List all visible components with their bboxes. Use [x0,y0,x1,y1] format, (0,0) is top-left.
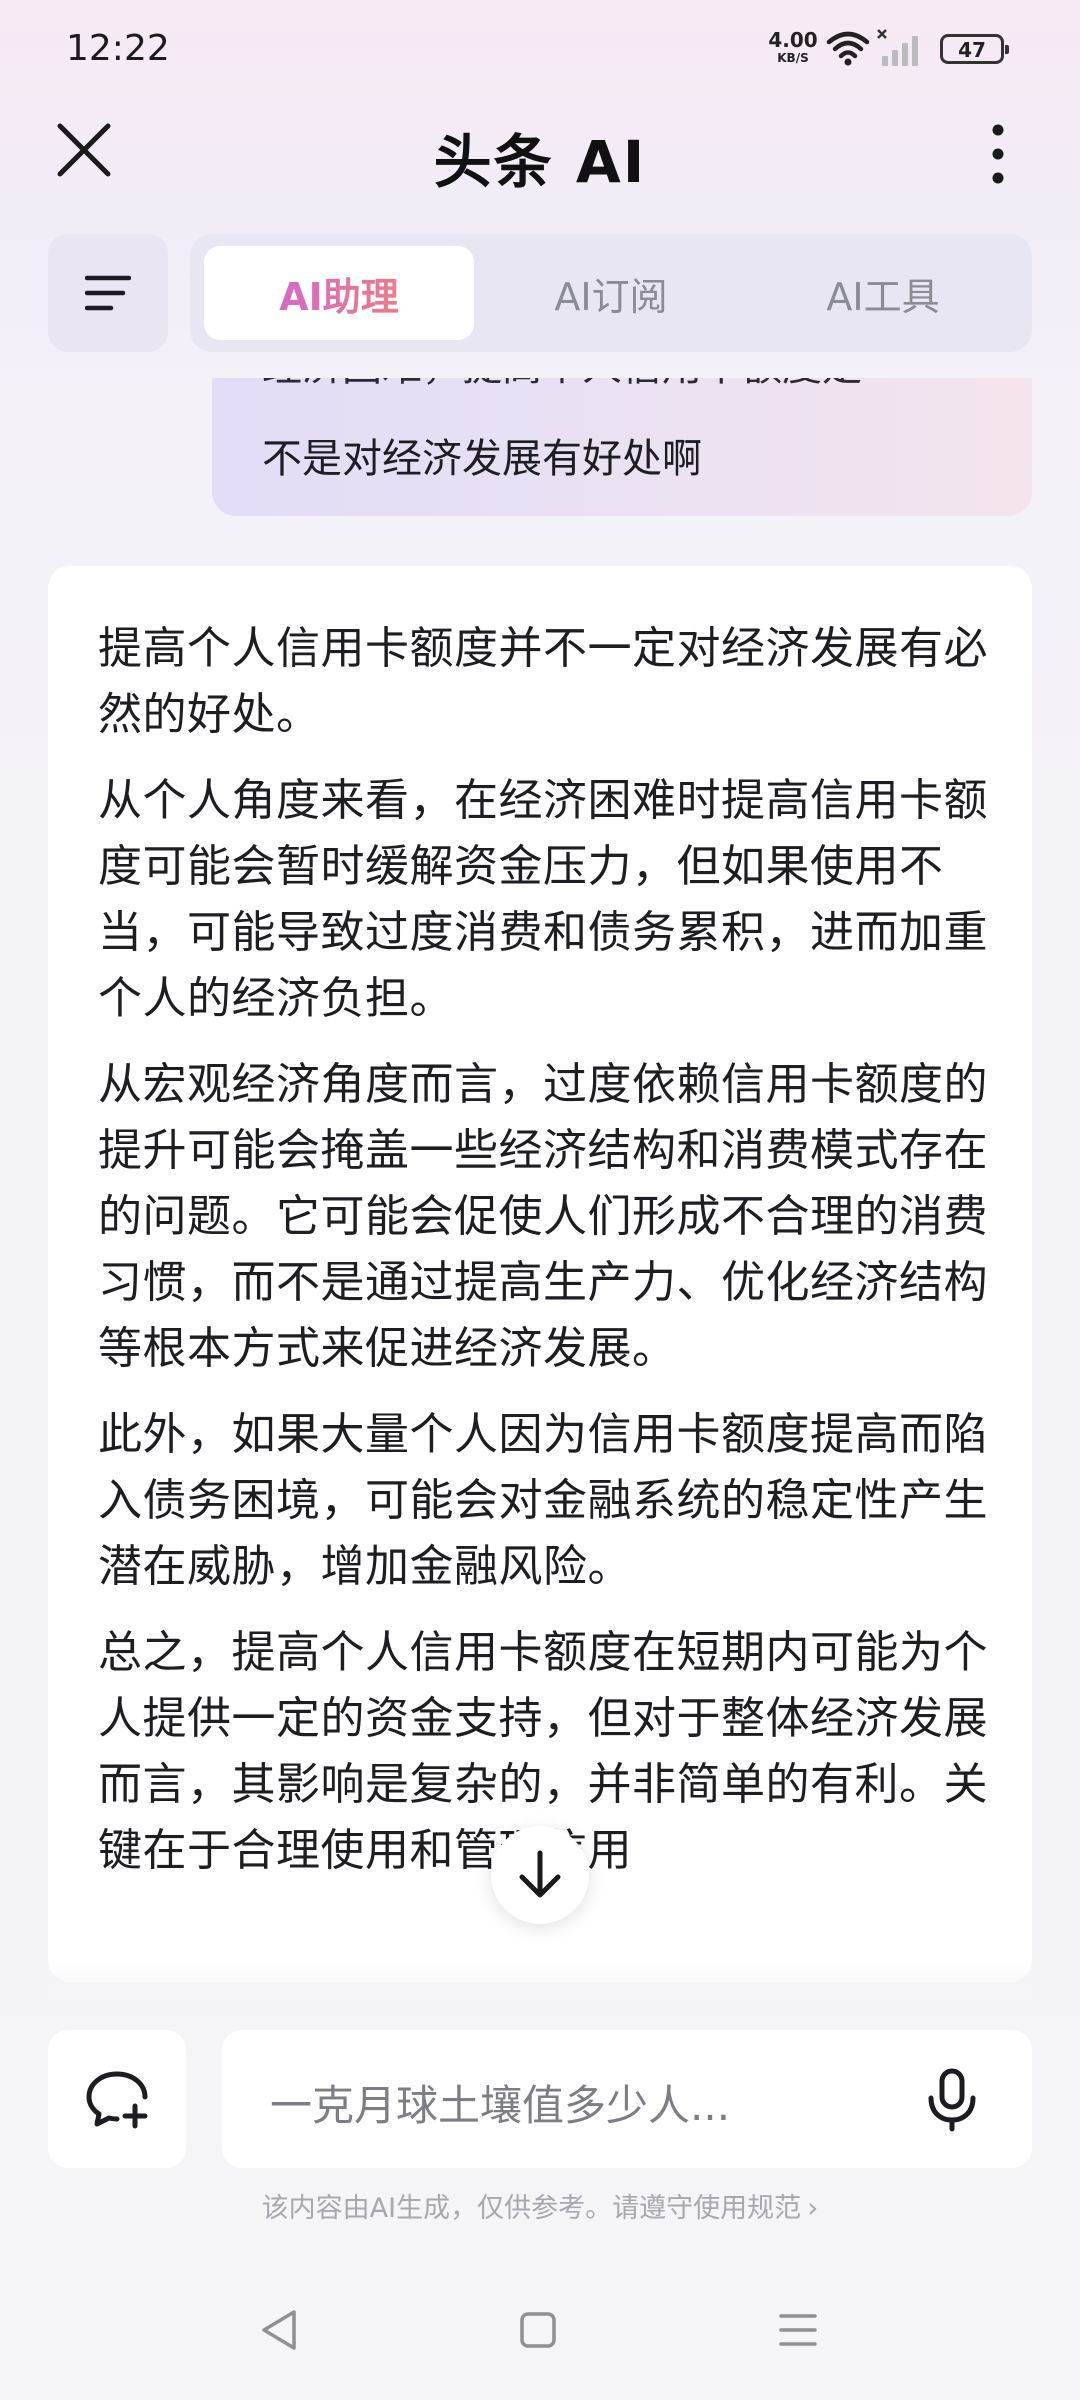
cellular-signal-icon [877,29,918,66]
wifi-icon [826,31,870,66]
chat-input[interactable]: 一克月球土壤值多少人... [222,2030,1032,2168]
voice-input-button[interactable] [912,2060,992,2140]
chat-input-placeholder: 一克月球土壤值多少人... [270,2081,731,2130]
tab-label: AI工具 [826,274,940,319]
status-bar: 12:22 4.00 KB/S 47 [0,0,1080,100]
network-speed: 4.00 KB/S [766,30,820,64]
battery-indicator: 47 [940,34,1009,64]
tab-bar: AI助理 AI订阅 AI工具 [190,234,1032,352]
answer-paragraph: 此外，如果大量个人因为信用卡额度提高而陷入债务困境，可能会对金融系统的稳定性产生… [98,1409,988,1592]
tab-label: AI订阅 [554,274,668,319]
menu-icon [85,275,131,311]
ai-disclaimer-link[interactable]: 该内容由AI生成，仅供参考。请遵守使用规范 › [0,2186,1080,2225]
answer-paragraph: 提高个人信用卡额度并不一定对经济发展有必然的好处。 [98,623,988,740]
new-chat-button[interactable] [48,2030,186,2168]
page-title: 头条 AI [433,128,647,196]
battery-level: 47 [958,38,986,62]
scroll-fade [48,1960,1032,2000]
answer-paragraph: 从个人角度来看，在经济困难时提高信用卡额度可能会暂时缓解资金压力，但如果使用不当… [98,775,988,1024]
disclaimer-text: 该内容由AI生成，仅供参考。请遵守使用规范 [261,2193,802,2224]
nav-menu-icon[interactable] [778,2312,818,2348]
more-vertical-icon [992,124,1004,184]
nav-back-icon[interactable] [258,2308,300,2352]
ai-answer-text: 提高个人信用卡额度并不一定对经济发展有必然的好处。 从个人角度来看，在经济困难时… [98,616,998,1904]
network-speed-value: 4.00 [768,28,818,52]
new-chat-icon [86,2071,148,2129]
tab-ai-subscription[interactable]: AI订阅 [476,246,746,340]
nav-home-icon[interactable] [518,2310,558,2350]
user-message-bubble[interactable]: 经济困难，提高个人信用卡额度是 不是对经济发展有好处啊 [212,378,1032,516]
more-options-button[interactable] [968,118,1028,190]
microphone-icon [928,2068,976,2132]
scroll-to-bottom-button[interactable] [491,1826,589,1924]
tab-ai-tools[interactable]: AI工具 [748,246,1018,340]
status-time: 12:22 [66,28,170,69]
ai-answer-card[interactable]: 提高个人信用卡额度并不一定对经济发展有必然的好处。 从个人角度来看，在经济困难时… [48,566,1032,1982]
arrow-down-icon [519,1850,561,1898]
user-message-line: 不是对经济发展有好处啊 [262,436,702,482]
menu-button[interactable] [48,234,168,352]
chevron-right-icon: › [807,2191,819,2224]
user-message-line: 经济困难，提高个人信用卡额度是 [262,378,862,392]
answer-paragraph: 从宏观经济角度而言，过度依赖信用卡额度的提升可能会掩盖一些经济结构和消费模式存在… [98,1059,988,1374]
tab-ai-assistant[interactable]: AI助理 [204,246,474,340]
network-speed-unit: KB/S [777,51,809,65]
tab-label: AI助理 [279,266,399,321]
